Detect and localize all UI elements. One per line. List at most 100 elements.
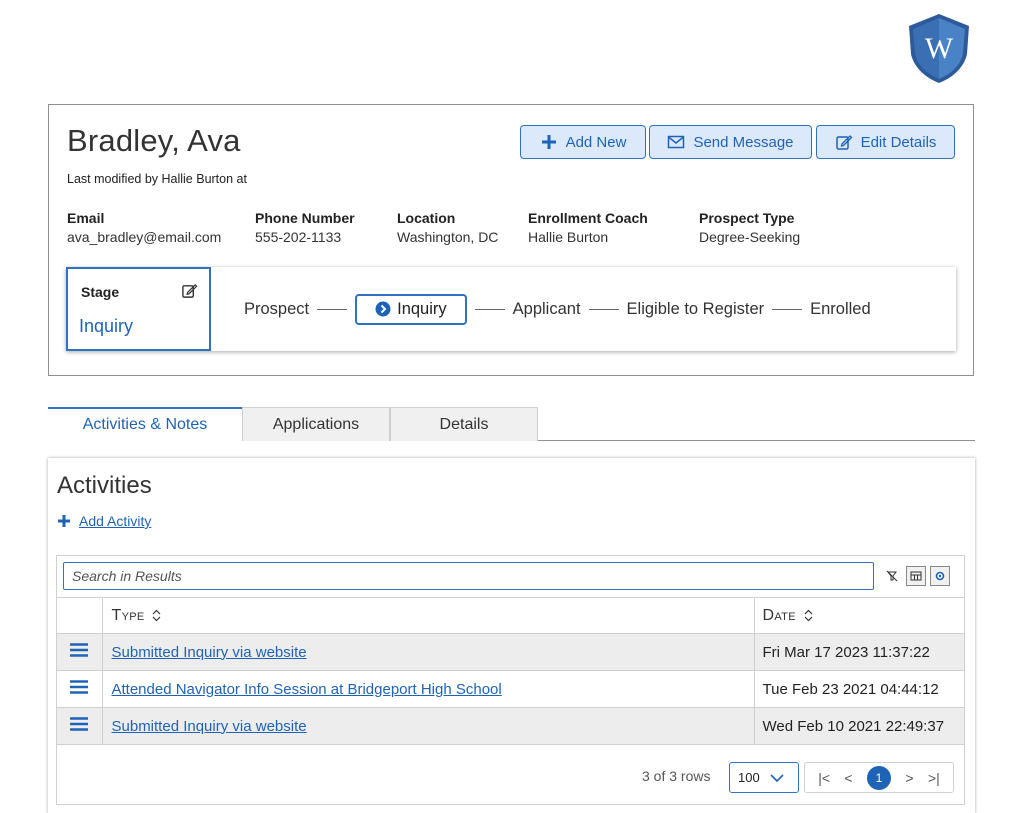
stage-box: Stage Inquiry [66,267,211,351]
enrollment-coach-label: Enrollment Coach [528,210,648,226]
hamburger-icon [70,643,89,657]
step-inquiry-label: Inquiry [397,299,447,318]
type-column-header[interactable]: Type [102,597,755,634]
activity-link[interactable]: Submitted Inquiry via website [112,718,307,735]
phone-value: 555-202-1133 [255,229,342,245]
page-size-select[interactable]: 100 [729,762,799,793]
step-connector [772,308,803,310]
hamburger-icon [70,680,89,694]
prospect-type-value: Degree-Seeking [699,229,801,245]
edit-details-button[interactable]: Edit Details [816,125,955,159]
school-logo: W [909,14,969,83]
chevron-down-icon [770,773,784,782]
settings-button[interactable] [930,566,950,586]
last-page-button[interactable]: >| [928,770,940,786]
type-cell: Submitted Inquiry via website [102,633,755,671]
plus-icon [541,135,556,149]
location-label: Location [397,210,456,226]
table-row: Submitted Inquiry via website Fri Mar 17… [57,633,964,671]
send-message-button[interactable]: Send Message [649,125,812,159]
enrollment-coach-value: Hallie Burton [528,229,609,245]
prospect-type-label: Prospect Type [699,210,795,226]
date-cell: Fri Mar 17 2023 11:37:22 [754,633,964,671]
activities-panel: Activities Add Activity Type [48,458,975,813]
hamburger-icon [70,717,89,731]
date-cell: Wed Feb 10 2021 22:49:37 [754,707,964,745]
profile-name: Bradley, Ava [67,123,241,158]
stage-label: Stage [81,284,120,300]
stage-bar: Stage Inquiry Prospect Inquiry Applicant… [66,267,956,351]
clear-filter-button[interactable] [882,566,902,586]
tab-activities-notes[interactable]: Activities & Notes [48,407,242,441]
email-field: Email ava_bradley@email.com [67,209,221,247]
envelope-icon [668,135,685,149]
page-size-value: 100 [738,770,760,785]
table-header-row: Type Date [57,597,964,634]
prev-page-button[interactable]: < [844,770,852,786]
type-cell: Attended Navigator Info Session at Bridg… [102,670,755,708]
edit-icon [835,135,852,150]
edit-details-label: Edit Details [860,133,937,151]
step-inquiry-active: Inquiry [355,293,467,325]
add-new-button[interactable]: Add New [520,125,646,159]
prospect-type-field: Prospect Type Degree-Seeking [699,209,800,247]
email-value: ava_bradley@email.com [67,229,222,245]
type-header-label: Type [111,606,145,624]
activities-title: Activities [57,472,152,499]
step-connector [317,308,348,310]
tab-details[interactable]: Details [390,407,538,441]
plus-icon [58,515,70,527]
row-menu-button[interactable] [57,633,103,671]
logo-letter: W [925,32,954,65]
add-activity-link[interactable]: Add Activity [79,513,151,529]
chevron-right-circle-icon [375,301,391,317]
email-label: Email [67,210,105,226]
send-message-label: Send Message [693,133,794,151]
row-menu-button[interactable] [57,707,103,745]
search-input[interactable] [63,562,874,590]
sort-icon [804,609,813,622]
step-connector [474,308,505,310]
step-connector [588,308,619,310]
location-field: Location Washington, DC [397,209,498,247]
step-applicant: Applicant [512,299,581,318]
gear-icon [935,571,945,581]
grid-toolbar [882,566,950,586]
filter-off-icon [886,570,898,582]
activity-link[interactable]: Attended Navigator Info Session at Bridg… [112,681,502,698]
next-page-button[interactable]: > [905,770,913,786]
step-eligible: Eligible to Register [626,299,765,318]
add-activity: Add Activity [57,513,151,529]
columns-button[interactable] [906,566,926,586]
location-value: Washington, DC [397,229,499,245]
table-row: Submitted Inquiry via website Wed Feb 10… [57,707,964,745]
current-page-button[interactable]: 1 [866,765,891,790]
first-page-button[interactable]: |< [818,770,830,786]
row-menu-button[interactable] [57,670,103,708]
edit-stage-icon[interactable] [181,282,198,299]
step-prospect: Prospect [244,299,310,318]
activities-table: Type Date Submitted Inquiry via website … [57,597,964,745]
date-header-label: Date [762,606,796,624]
stage-value: Inquiry [79,316,134,336]
date-cell: Tue Feb 23 2021 04:44:12 [754,670,964,708]
menu-column-header [57,597,103,634]
page-nav: |< < 1 > >| [804,762,954,793]
step-enrolled: Enrolled [810,299,871,318]
table-icon [910,571,922,581]
row-count: 3 of 3 rows [642,768,711,784]
enrollment-coach-field: Enrollment Coach Hallie Burton [528,209,648,247]
pagination: 3 of 3 rows 100 |< < 1 > >| [57,756,964,804]
date-column-header[interactable]: Date [754,597,964,634]
profile-card: Bradley, Ava Last modified by Hallie Bur… [48,104,974,376]
phone-label: Phone Number [255,210,355,226]
activity-link[interactable]: Submitted Inquiry via website [112,644,307,661]
stage-steps: Prospect Inquiry Applicant Eligible to R… [244,267,871,351]
type-cell: Submitted Inquiry via website [102,707,755,745]
tab-applications[interactable]: Applications [242,407,390,441]
sort-icon [153,609,161,622]
tab-bar: Activities & Notes Applications Details [48,407,975,441]
activities-grid: Type Date Submitted Inquiry via website … [56,555,965,805]
add-new-label: Add New [565,133,627,151]
table-row: Attended Navigator Info Session at Bridg… [57,670,964,708]
